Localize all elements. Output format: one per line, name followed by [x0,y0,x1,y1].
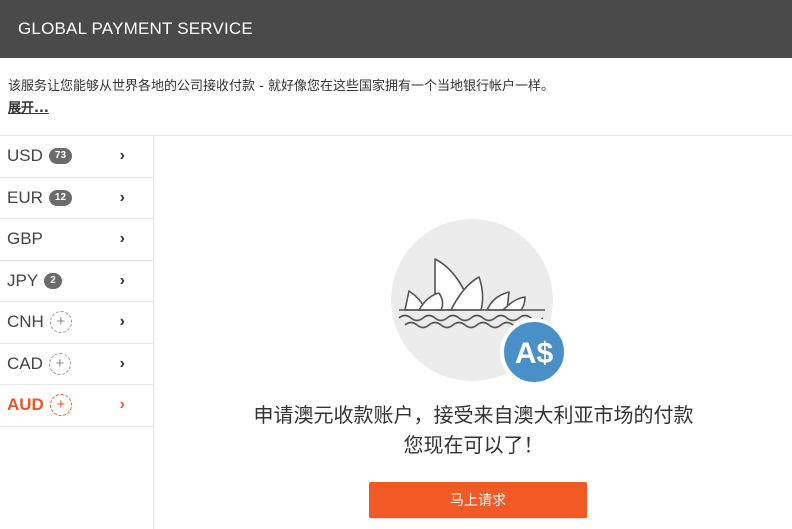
apply-now-button[interactable]: 马上请求 [369,482,587,518]
currency-code: USD [7,146,43,166]
promo-headline: 申请澳元收款账户，接受来自澳大利亚市场的付款 您现在可以了！ [155,400,792,460]
currency-code: CAD [7,353,43,373]
headline-line-2: 您现在可以了！ [403,433,544,457]
currency-code: GBP [7,229,43,249]
count-badge: 12 [48,189,73,206]
expand-link[interactable]: 展开... [8,99,49,119]
currency-item-aud[interactable]: AUD + › [0,385,153,427]
currency-code: JPY [7,270,39,290]
plus-circle-icon[interactable]: + [49,311,72,334]
plus-circle-icon[interactable]: + [48,352,71,375]
currency-code: EUR [7,187,43,207]
currency-sidebar: USD 73 › EUR 12 › GBP › JPY 2 › CNH + › … [0,136,154,529]
intro-section: 该服务让您能够从世界各地的公司接收付款 - 就好像您在这些国家拥有一个当地银行帐… [0,58,792,136]
currency-code: AUD [7,395,44,415]
currency-item-jpy[interactable]: JPY 2 › [0,261,153,302]
app-header: GLOBAL PAYMENT SERVICE [0,0,792,58]
chevron-right-icon: › [119,313,125,331]
currency-item-cnh[interactable]: CNH + › [0,302,153,344]
headline-line-1: 申请澳元收款账户，接受来自澳大利亚市场的付款 [253,403,694,427]
plus-circle-icon[interactable]: + [49,394,72,417]
chevron-right-icon: › [119,230,125,248]
page-title: GLOBAL PAYMENT SERVICE [18,19,253,38]
chevron-right-icon: › [119,147,125,165]
aud-badge-label: A$ [515,337,554,370]
chevron-right-icon: › [119,271,125,289]
sydney-opera-house-icon: A$ [391,219,568,386]
chevron-right-icon: › [119,396,125,414]
count-badge: 2 [44,272,62,289]
count-badge: 73 [48,148,73,165]
currency-item-cad[interactable]: CAD + › [0,344,153,385]
chevron-right-icon: › [119,354,125,372]
main-panel: A$ 申请澳元收款账户，接受来自澳大利亚市场的付款 您现在可以了！ 马上请求 [155,136,792,529]
currency-item-usd[interactable]: USD 73 › [0,136,153,178]
currency-code: CNH [7,312,44,332]
currency-item-eur[interactable]: EUR 12 › [0,178,153,219]
currency-item-gbp[interactable]: GBP › [0,219,153,261]
chevron-right-icon: › [119,188,125,206]
intro-description: 该服务让您能够从世界各地的公司接收付款 - 就好像您在这些国家拥有一个当地银行帐… [8,79,554,94]
